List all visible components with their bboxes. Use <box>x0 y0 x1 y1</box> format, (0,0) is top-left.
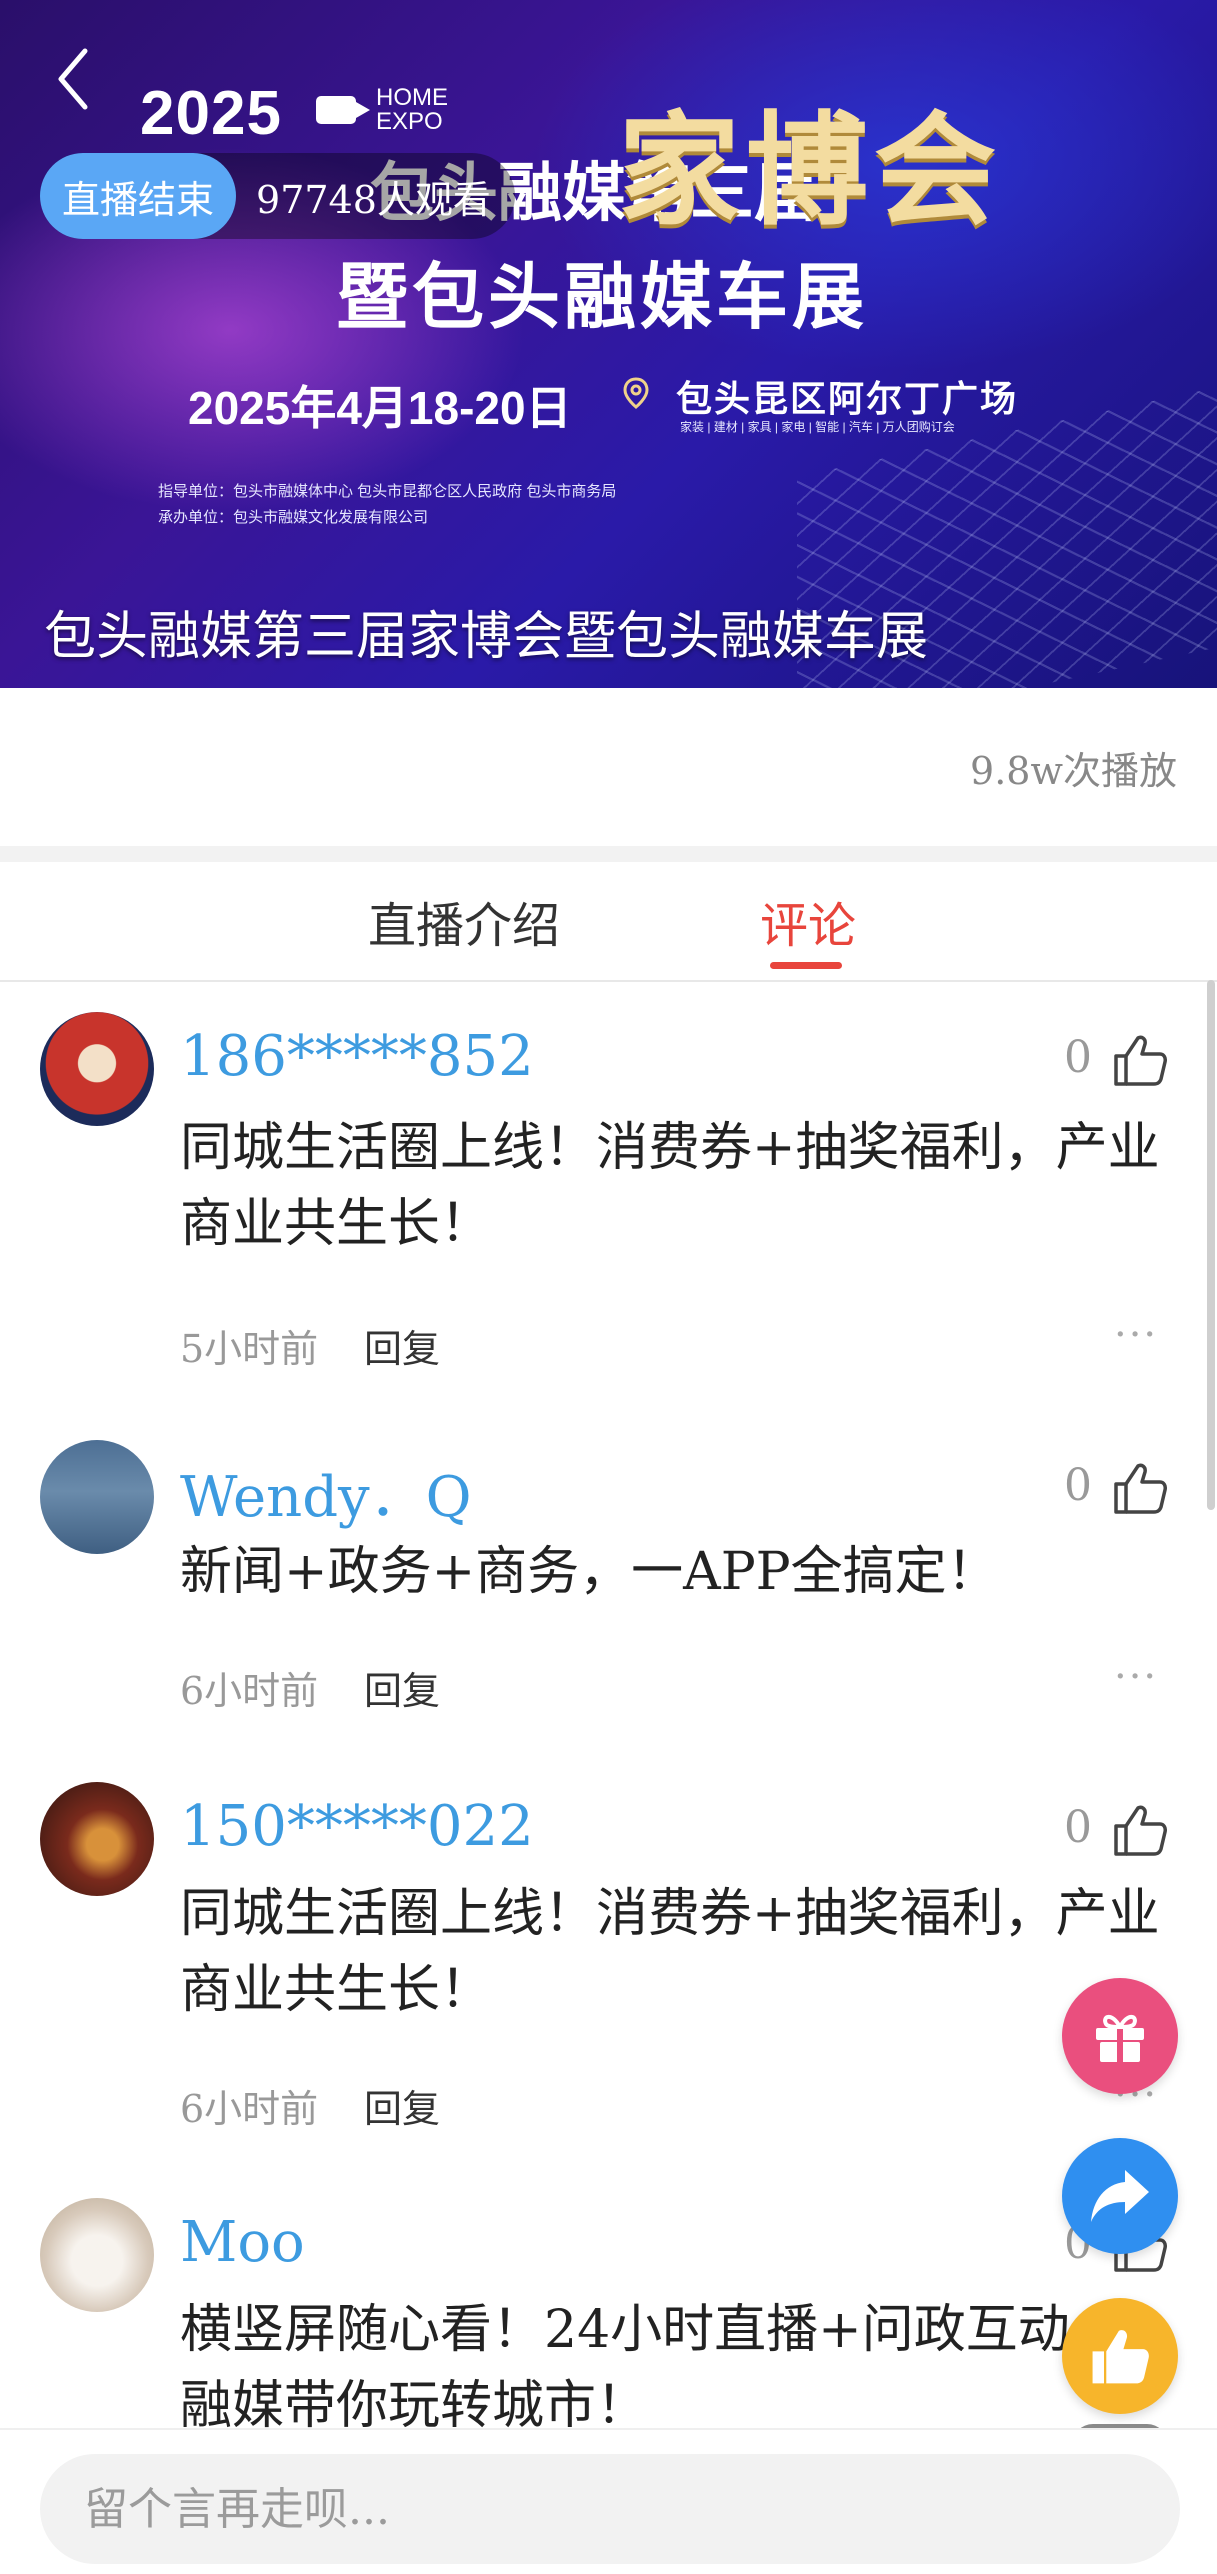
section-divider <box>0 846 1217 862</box>
back-button[interactable] <box>48 44 98 114</box>
back-arrow-icon <box>58 48 88 110</box>
poster-big-title: 家博会 <box>618 103 1002 239</box>
comment-time: 5小时前 <box>180 1327 319 1371</box>
reply-button[interactable]: 回复 <box>364 2078 440 2133</box>
live-ended-badge: 直播结束 <box>40 153 237 239</box>
live-status-pill: 直播结束 97748人观看 <box>40 153 515 239</box>
comment-username[interactable]: 150*****022 <box>180 1794 534 1859</box>
reply-button[interactable]: 回复 <box>364 1660 440 1715</box>
poster-year: 2025 <box>140 79 282 148</box>
comment-time: 6小时前 <box>180 1669 319 1713</box>
comment-username[interactable]: Moo <box>180 2210 305 2275</box>
poster-host-units: 承办单位：包头市融媒文化发展有限公司 <box>158 509 429 526</box>
live-title: 包头融媒第三届家博会暨包头融媒车展 <box>44 607 929 667</box>
comment-text: 同城生活圈上线！消费券+抽奖福利，产业商业共生长！ <box>180 1884 1160 2020</box>
comment-like-count: 0 <box>1064 1032 1092 1083</box>
comment-username[interactable]: Wendy．Q <box>180 1452 472 1533</box>
scrollbar[interactable] <box>1207 980 1215 1510</box>
poster-venue: 包头昆区阿尔丁广场 <box>676 378 1019 419</box>
tab-intro[interactable]: 直播介绍 <box>368 886 560 956</box>
poster-date: 2025年4月18-20日 <box>188 382 572 434</box>
active-tab-indicator <box>770 962 842 969</box>
comment-like-count: 0 <box>1064 1460 1092 1511</box>
avatar[interactable] <box>40 1782 154 1896</box>
thumbs-up-icon[interactable] <box>1112 1460 1168 1516</box>
thumbs-up-icon <box>1092 2330 1149 2384</box>
comment-list[interactable]: 186*****852 0 同城生活圈上线！消费券+抽奖福利，产业商业共生长！ … <box>0 982 1217 2428</box>
avatar[interactable] <box>40 1440 154 1554</box>
more-options-icon[interactable]: ··· <box>1114 1312 1158 1358</box>
gift-icon <box>1096 2014 1144 2062</box>
comment-time: 6小时前 <box>180 2087 319 2131</box>
camera-icon <box>316 96 370 124</box>
tab-bar: 直播介绍 评论 <box>0 862 1217 982</box>
comment-text: 同城生活圈上线！消费券+抽奖福利，产业商业共生长！ <box>180 1118 1160 1254</box>
tab-comments[interactable]: 评论 <box>760 886 856 956</box>
viewer-count: 97748人观看 <box>256 177 491 222</box>
thumbs-up-icon[interactable] <box>1112 1032 1168 1088</box>
more-options-icon[interactable]: ··· <box>1114 1654 1158 1700</box>
poster-categories: 家装 | 建材 | 家具 | 家电 | 智能 | 汽车 | 万人团购订会 <box>680 420 955 434</box>
poster-subtitle: 暨包头融媒车展 <box>336 258 869 338</box>
live-banner[interactable]: 2025 HOME EXPO 包头融媒第三届 家博会 暨包头融媒车展 2025年… <box>0 0 1217 688</box>
comment-text: 横竖屏随心看！24小时直播+问政互动，融媒带你玩转城市！ <box>180 2300 1122 2428</box>
avatar[interactable] <box>40 1012 154 1126</box>
comment-like-count: 0 <box>1064 1802 1092 1853</box>
poster-guide-units: 指导单位：包头市融媒体中心 包头市昆都仑区人民政府 包头市商务局 <box>158 483 617 500</box>
share-arrow-icon <box>1091 2170 1149 2222</box>
bottom-comment-bar <box>0 2428 1217 2574</box>
reply-button[interactable]: 回复 <box>364 1318 440 1373</box>
comment-input[interactable] <box>40 2454 1180 2564</box>
share-button[interactable] <box>1062 2138 1178 2254</box>
like-button[interactable] <box>1062 2298 1178 2414</box>
avatar[interactable] <box>40 2198 154 2312</box>
location-pin-icon <box>623 377 649 409</box>
thumbs-up-icon[interactable] <box>1112 1802 1168 1858</box>
gift-button[interactable] <box>1062 1978 1178 2094</box>
comment-username[interactable]: 186*****852 <box>180 1024 534 1089</box>
play-count: 9.8w次播放 <box>970 749 1177 793</box>
comment-text: 新闻+政务+商务，一APP全搞定！ <box>180 1542 999 1602</box>
poster-expo: HOME EXPO <box>376 84 448 135</box>
